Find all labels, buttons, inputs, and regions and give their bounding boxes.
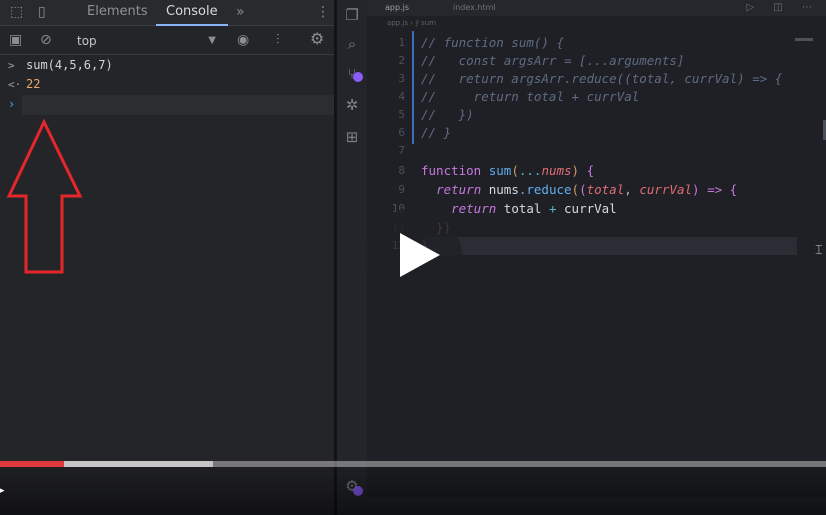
console-prompt-input[interactable] (22, 95, 334, 115)
sidebar-toggle-icon[interactable]: ▣ (9, 33, 22, 47)
keyword-return: return (451, 201, 497, 216)
plus-operator: + (548, 201, 557, 216)
filter-icon[interactable]: ⫶ (276, 33, 280, 47)
i-beam-cursor-icon: ⌶ (815, 243, 823, 258)
brace: { (729, 182, 738, 197)
play-icon (400, 233, 440, 277)
editor-tab-active[interactable]: app.js (385, 3, 409, 15)
code-line-9: return nums.reduce((total, currVal) => { (421, 181, 737, 199)
line-number: 3 (398, 72, 405, 85)
line-number: 7 (398, 144, 405, 157)
kebab-menu-icon[interactable]: ⋮ (316, 5, 330, 19)
device-toolbar-icon[interactable]: ▯ (38, 5, 46, 19)
player-corner-icon: ▸ (0, 486, 5, 496)
paren: ) (692, 182, 700, 197)
line-number: 1 (398, 36, 405, 49)
keyword-function: function (421, 163, 482, 178)
tab-console[interactable]: Console (156, 0, 228, 26)
code-line-10: return total + currVal (421, 200, 617, 218)
code-line-5: // }) (421, 107, 474, 122)
paren: ( (579, 182, 587, 197)
spread-operator: ... (518, 163, 542, 178)
code-line-2: // const argsArr = [...arguments] (421, 53, 685, 68)
line-number: 6 (398, 126, 405, 139)
param-total: total (586, 182, 625, 197)
chevron-double-right-icon[interactable]: » (236, 5, 245, 19)
code-line-4: // return total + currVal (421, 89, 640, 104)
comma: , (624, 182, 632, 197)
player-controls-shade (0, 467, 826, 515)
editor-tabbar: app.js index.html ▷ ◫ ⋯ (367, 0, 826, 16)
code-line-3: // return argsArr.reduce((total, currVal… (421, 71, 783, 86)
code-line-6: // } (421, 125, 452, 140)
identifier: nums (488, 182, 519, 197)
eye-icon[interactable]: ◉ (237, 33, 249, 47)
clear-console-icon[interactable]: ⊘ (40, 33, 52, 47)
settings-gear-icon[interactable]: ⚙ (310, 31, 324, 47)
param-nums: nums (541, 163, 572, 178)
chevron-down-icon: ▼ (208, 35, 216, 46)
paren: ( (571, 182, 580, 197)
paren: ( (511, 163, 519, 178)
video-progress-bar[interactable] (0, 461, 826, 467)
line-number: 4 (398, 90, 405, 103)
tab-elements[interactable]: Elements (87, 0, 148, 26)
breadcrumb[interactable]: app.js › ⨍ sum (367, 16, 826, 30)
console-toolbar: ▣ ⊘ top ▼ ◉ ⫶ ⚙ (0, 27, 334, 55)
console-result-entry: <· 22 (0, 75, 334, 94)
context-select[interactable]: top ▼ (68, 31, 220, 51)
line-number: 5 (398, 108, 405, 121)
console-command: sum(4,5,6,7) (26, 58, 113, 72)
console-input-entry: > sum(4,5,6,7) (0, 56, 334, 75)
files-icon[interactable]: ❐ (343, 6, 361, 24)
console-result-value: 22 (26, 77, 41, 91)
inspect-element-icon[interactable]: ⬚ (10, 5, 23, 19)
debug-icon[interactable]: ✲ (343, 96, 361, 114)
devtools-tabbar: ⬚ ▯ Elements Console » ⋮ (0, 0, 334, 26)
code-line-1: // function sum() { (421, 35, 564, 50)
brace: { (586, 163, 595, 178)
result-prefix-icon: <· (8, 78, 22, 91)
line-number: 8 (398, 164, 405, 177)
input-prefix-icon: > (8, 59, 15, 72)
line-number: 2 (398, 54, 405, 67)
method-reduce: .reduce (518, 182, 572, 197)
source-control-badge (353, 72, 363, 82)
editor-title-actions[interactable]: ▷ ◫ ⋯ (747, 2, 821, 13)
modified-lines-indicator (412, 31, 414, 144)
code-text-area[interactable]: // function sum() { // const argsArr = [… (421, 30, 821, 460)
function-name: sum (488, 163, 512, 178)
arrow-operator: => (707, 182, 723, 197)
played-progress (0, 461, 64, 467)
annotation-arrow-up (6, 118, 83, 274)
code-line-8: function sum(...nums) { (421, 162, 594, 180)
identifier: total (503, 201, 542, 216)
activity-bar: ❐ ⌕ ⑂ ✲ ⊞ ⚙ (337, 0, 367, 515)
extensions-icon[interactable]: ⊞ (343, 128, 361, 146)
keyword-return: return (436, 182, 482, 197)
paren: ) (571, 163, 580, 178)
editor-tab[interactable]: index.html (453, 3, 496, 15)
context-select-value: top (77, 34, 97, 48)
devtools-panel: ⬚ ▯ Elements Console » ⋮ ▣ ⊘ top ▼ ◉ ⫶ ⚙… (0, 0, 334, 515)
prompt-caret-icon: › (8, 97, 16, 111)
line-number: 9 (398, 183, 405, 196)
search-icon[interactable]: ⌕ (343, 35, 361, 53)
param-currval: currVal (639, 182, 692, 197)
identifier: currVal (564, 201, 617, 216)
